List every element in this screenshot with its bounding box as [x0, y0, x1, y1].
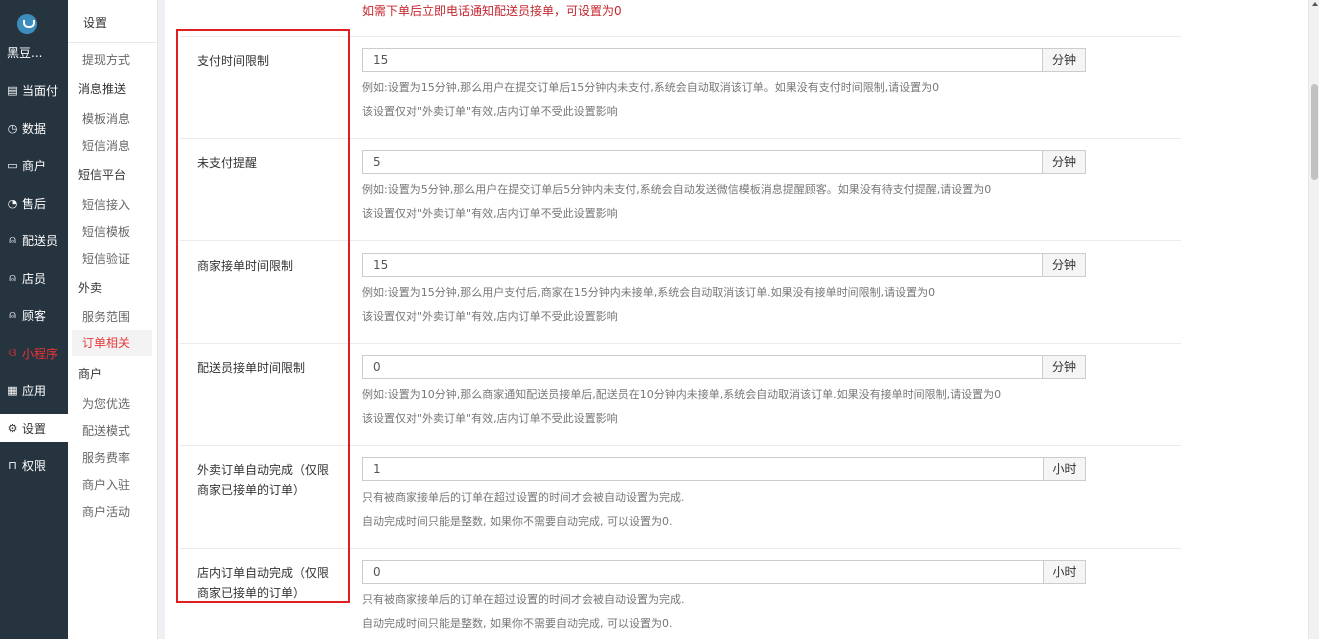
submenu-item[interactable]: 服务范围 [82, 308, 130, 325]
merchant-accept-limit-input[interactable]: 15 [362, 253, 1043, 277]
help-text: 该设置仅对"外卖订单"有效,店内订单不受此设置影响 [362, 412, 618, 425]
highlight-box [176, 29, 350, 603]
rail-item-courier[interactable]: ⍝ 配送员 [0, 226, 68, 254]
shop-name[interactable]: 黑豆... [7, 44, 42, 61]
primary-sidebar: 黑豆... ▤ 当面付 ◷ 数据 ▭ 商户 ◔ 售后 ⍝ 配送员 ⍝ 店员 ⍝ 顾客 ଓ 小程序… [0, 0, 68, 639]
help-text: 该设置仅对"外卖订单"有效,店内订单不受此设置影响 [362, 310, 618, 323]
submenu-item-order-settings[interactable]: 订单相关 [72, 330, 152, 356]
rail-item-label: 配送员 [22, 233, 59, 248]
apps-icon: ▦ [7, 383, 18, 397]
rail-item-label: 小程序 [22, 346, 59, 361]
gear-icon: ⚙ [7, 421, 18, 435]
submenu-item[interactable]: 商户入驻 [82, 476, 130, 493]
submenu-group: 外卖 [78, 281, 103, 295]
lock-icon: ⊓ [8, 458, 17, 472]
store-icon: ▭ [7, 158, 18, 172]
submenu-title: 设置 [83, 16, 108, 30]
submenu-group: 短信平台 [78, 168, 127, 182]
help-text: 例如:设置为15分钟,那么用户支付后,商家在15分钟内未接单,系统会自动取消该订… [362, 286, 936, 299]
rail-item-data[interactable]: ◷ 数据 [0, 114, 68, 142]
settings-submenu: 设置 提现方式 消息推送 模板消息 短信消息 短信平台 短信接入 短信模板 短信… [68, 0, 158, 639]
gutter [158, 0, 165, 639]
submenu-group: 商户 [78, 367, 103, 381]
rail-item-label: 顾客 [22, 308, 47, 323]
clerk-icon: ⍝ [9, 271, 16, 284]
rail-item-miniprogram[interactable]: ଓ 小程序 [0, 339, 68, 367]
instore-auto-complete-input[interactable]: 0 [362, 560, 1044, 584]
unit-addon: 分钟 [1042, 355, 1086, 379]
unit-addon: 分钟 [1042, 253, 1086, 277]
help-text: 自动完成时间只能是整数, 如果你不需要自动完成, 可以设置为0. [362, 515, 673, 528]
help-text: 例如:设置为15分钟,那么用户在提交订单后15分钟内未支付,系统会自动取消该订单… [362, 81, 940, 94]
rail-item-permission[interactable]: ⊓ 权限 [0, 451, 68, 479]
scroll-up-icon[interactable] [1312, 2, 1318, 6]
help-text: 该设置仅对"外卖订单"有效,店内订单不受此设置影响 [362, 207, 618, 220]
rail-item-label: 应用 [22, 383, 47, 398]
top-hint-text: 如需下单后立即电话通知配送员接单，可设置为0 [362, 4, 622, 18]
miniprogram-icon: ଓ [8, 346, 17, 359]
submenu-item[interactable]: 为您优选 [82, 395, 130, 412]
rail-item-apps[interactable]: ▦ 应用 [0, 376, 68, 404]
unit-addon: 分钟 [1042, 150, 1086, 174]
receipt-icon: ▤ [7, 83, 18, 97]
rail-item-label: 店员 [22, 271, 47, 286]
rail-item-label: 商户 [22, 158, 47, 173]
submenu-item[interactable]: 短信验证 [82, 250, 130, 267]
submenu-item[interactable]: 提现方式 [82, 51, 130, 68]
unit-addon: 小时 [1043, 560, 1086, 584]
help-text: 只有被商家接单后的订单在超过设置的时间才会被自动设置为完成. [362, 491, 685, 504]
rail-item-label: 数据 [22, 121, 47, 136]
submenu-item[interactable]: 模板消息 [82, 110, 130, 127]
submenu-item[interactable]: 服务费率 [82, 449, 130, 466]
rail-item-clerk[interactable]: ⍝ 店员 [0, 264, 68, 292]
dashboard-icon: ◷ [7, 121, 18, 135]
courier-icon: ⍝ [9, 233, 16, 246]
courier-accept-limit-input[interactable]: 0 [362, 355, 1043, 379]
payment-time-limit-input[interactable]: 15 [362, 48, 1043, 72]
rail-item-label: 权限 [22, 458, 47, 473]
rail-item-label: 当面付 [22, 83, 59, 98]
submenu-item[interactable]: 配送模式 [82, 422, 130, 439]
rail-item-pay[interactable]: ▤ 当面付 [0, 76, 68, 104]
unit-addon: 分钟 [1042, 48, 1086, 72]
submenu-group: 消息推送 [78, 82, 127, 96]
scrollbar[interactable] [1308, 0, 1319, 639]
customer-icon: ⍝ [9, 308, 16, 321]
rail-item-merchant[interactable]: ▭ 商户 [0, 151, 68, 179]
help-text: 自动完成时间只能是整数, 如果你不需要自动完成, 可以设置为0. [362, 617, 673, 630]
rail-item-settings[interactable]: ⚙ 设置 [0, 414, 68, 442]
rail-item-aftersale[interactable]: ◔ 售后 [0, 189, 68, 217]
rail-item-label: 设置 [22, 421, 47, 436]
help-text: 例如:设置为10分钟,那么商家通知配送员接单后,配送员在10分钟内未接单,系统会… [362, 388, 1002, 401]
rail-item-label: 售后 [22, 196, 47, 211]
submenu-item[interactable]: 短信消息 [82, 137, 130, 154]
unit-addon: 小时 [1043, 457, 1086, 481]
scrollbar-thumb[interactable] [1311, 84, 1318, 180]
service-icon: ◔ [7, 196, 18, 210]
help-text: 该设置仅对"外卖订单"有效,店内订单不受此设置影响 [362, 105, 618, 118]
rail-item-customer[interactable]: ⍝ 顾客 [0, 301, 68, 329]
help-text: 例如:设置为5分钟,那么用户在提交订单后5分钟内未支付,系统会自动发送微信模板消… [362, 183, 992, 196]
takeout-auto-complete-input[interactable]: 1 [362, 457, 1044, 481]
divider [68, 42, 158, 43]
unpaid-reminder-input[interactable]: 5 [362, 150, 1043, 174]
submenu-item[interactable]: 短信模板 [82, 223, 130, 240]
submenu-item[interactable]: 商户活动 [82, 503, 130, 520]
logo-icon[interactable] [17, 14, 37, 34]
submenu-item[interactable]: 短信接入 [82, 196, 130, 213]
help-text: 只有被商家接单后的订单在超过设置的时间才会被自动设置为完成. [362, 593, 685, 606]
